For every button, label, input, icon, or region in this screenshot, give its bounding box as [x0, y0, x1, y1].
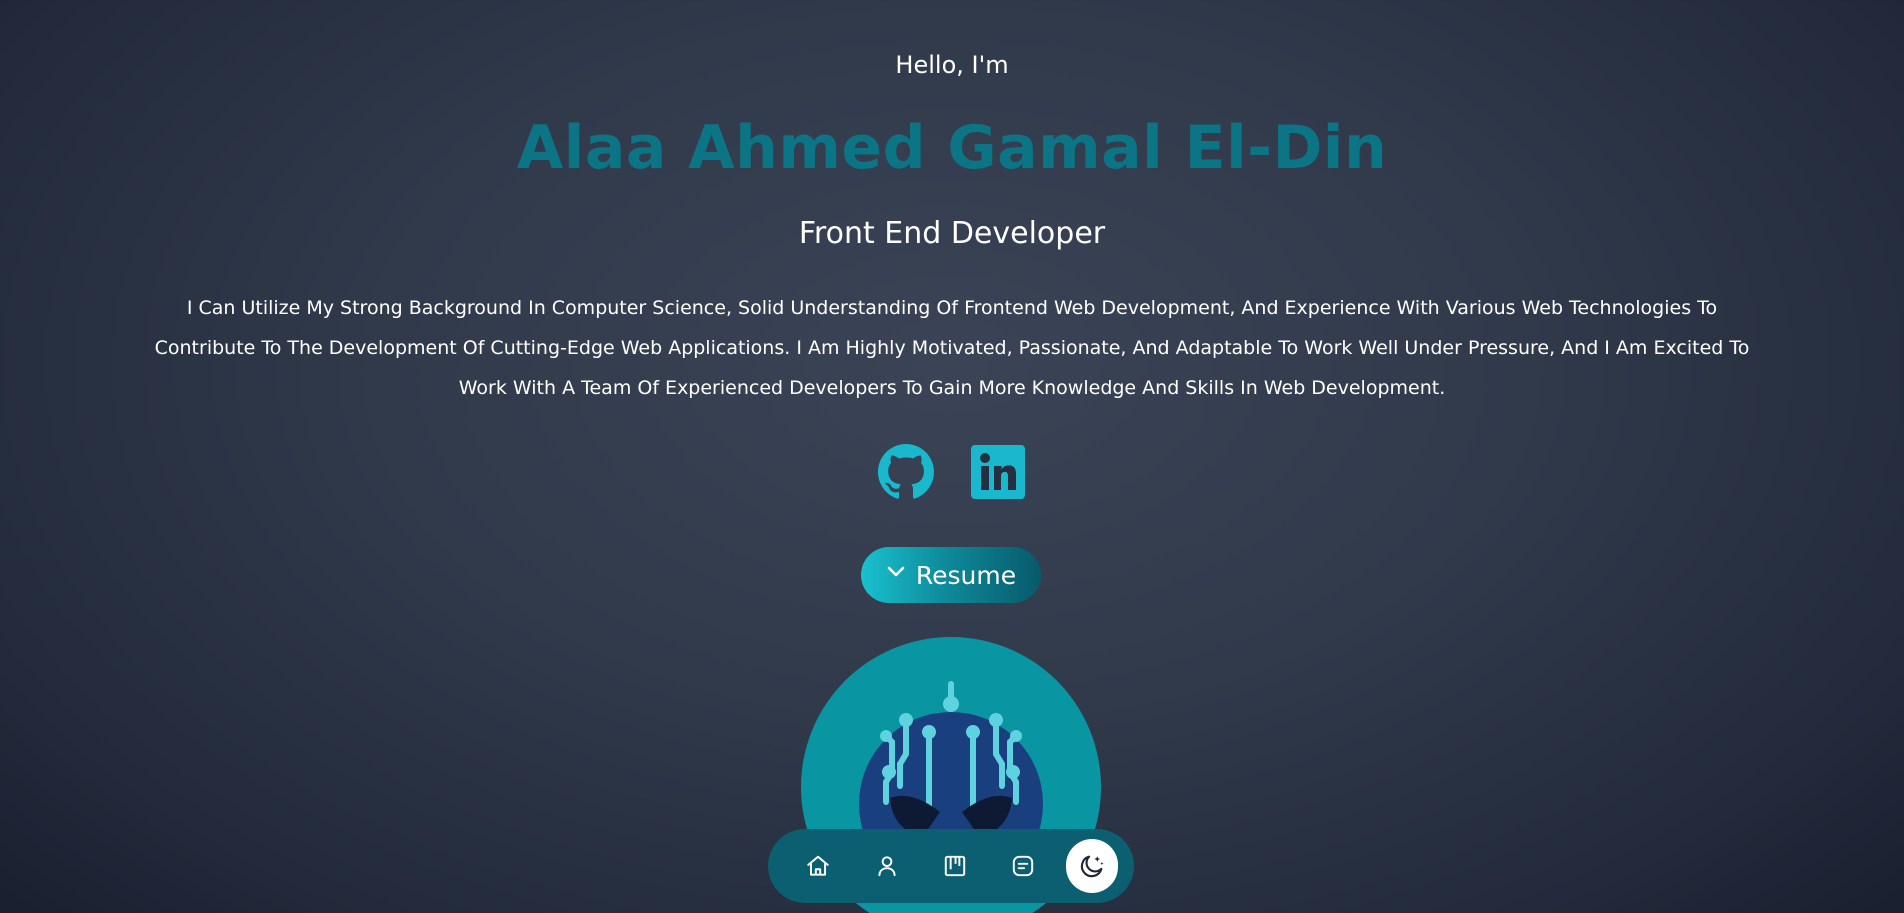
social-links	[0, 444, 1904, 500]
chevron-down-icon	[886, 562, 906, 582]
kanban-icon	[944, 855, 966, 877]
linkedin-link[interactable]	[970, 444, 1026, 500]
nav-projects-button[interactable]	[929, 839, 981, 893]
nav-home-button[interactable]	[792, 839, 844, 893]
user-icon	[878, 856, 896, 877]
home-icon	[807, 855, 829, 876]
nav-contact-button[interactable]	[997, 839, 1049, 893]
github-icon	[878, 444, 934, 499]
linkedin-icon	[971, 445, 1025, 499]
bio-paragraph: I Can Utilize My Strong Background In Co…	[154, 297, 1750, 399]
moon-stars-icon	[1080, 855, 1104, 878]
developer-role: Front End Developer	[798, 216, 1106, 251]
developer-name: Alaa Ahmed Gamal El-Din	[516, 113, 1388, 183]
resume-button[interactable]: Resume	[861, 547, 1041, 603]
github-link[interactable]	[878, 444, 934, 500]
resume-label: Resume	[915, 560, 1017, 590]
nav-about-button[interactable]	[860, 839, 912, 893]
theme-toggle-button[interactable]	[1065, 839, 1119, 893]
greeting-text: Hello, I'm	[895, 51, 1009, 79]
bottom-nav-dock	[768, 829, 1134, 903]
message-icon	[1013, 855, 1034, 877]
